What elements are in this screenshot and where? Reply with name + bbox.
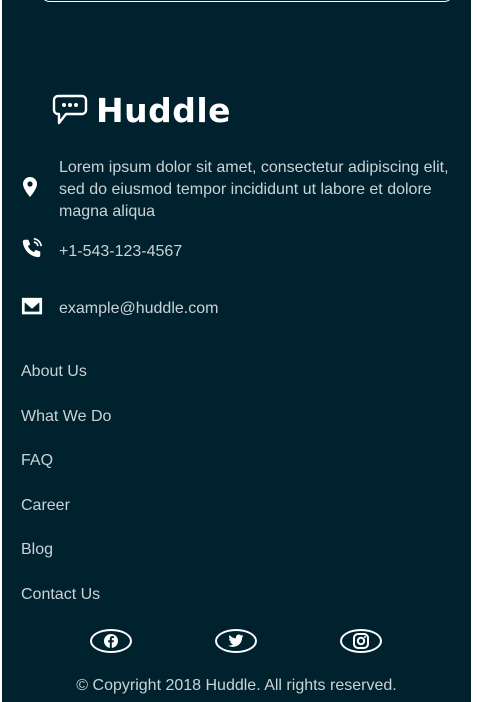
email-text[interactable]: example@huddle.com — [59, 298, 469, 320]
phone-icon — [22, 238, 42, 258]
contact-email: example@huddle.com — [21, 295, 218, 319]
newsletter-card-edge — [40, 0, 454, 2]
contact-address: Lorem ipsum dolor sit amet, consectetur … — [21, 157, 449, 220]
twitter-icon — [228, 634, 244, 647]
nav-what-we-do[interactable]: What We Do — [21, 405, 111, 450]
facebook-link[interactable] — [90, 629, 132, 653]
phone-text[interactable]: +1-543-123-4567 — [59, 241, 469, 263]
chat-bubble-icon — [52, 94, 88, 125]
footer: Huddle Lorem ipsum dolor sit amet, conse… — [2, 0, 471, 702]
copyright-text: © Copyright 2018 Huddle. All rights rese… — [76, 677, 397, 694]
footer-nav: About Us What We Do FAQ Career Blog Cont… — [21, 360, 111, 628]
address-text: Lorem ipsum dolor sit amet, consectetur … — [59, 159, 449, 220]
nav-about-us[interactable]: About Us — [21, 360, 111, 405]
instagram-icon — [353, 633, 369, 649]
nav-faq[interactable]: FAQ — [21, 449, 111, 494]
twitter-link[interactable] — [215, 629, 257, 653]
brand-logo[interactable]: Huddle — [52, 93, 231, 127]
nav-career[interactable]: Career — [21, 494, 111, 539]
brand-name: Huddle — [96, 90, 232, 130]
contact-phone: +1-543-123-4567 — [21, 236, 182, 260]
facebook-icon — [104, 634, 118, 648]
instagram-link[interactable] — [340, 629, 382, 653]
nav-blog[interactable]: Blog — [21, 538, 111, 583]
nav-contact-us[interactable]: Contact Us — [21, 583, 111, 628]
location-pin-icon — [23, 177, 37, 197]
mail-icon — [21, 297, 43, 315]
